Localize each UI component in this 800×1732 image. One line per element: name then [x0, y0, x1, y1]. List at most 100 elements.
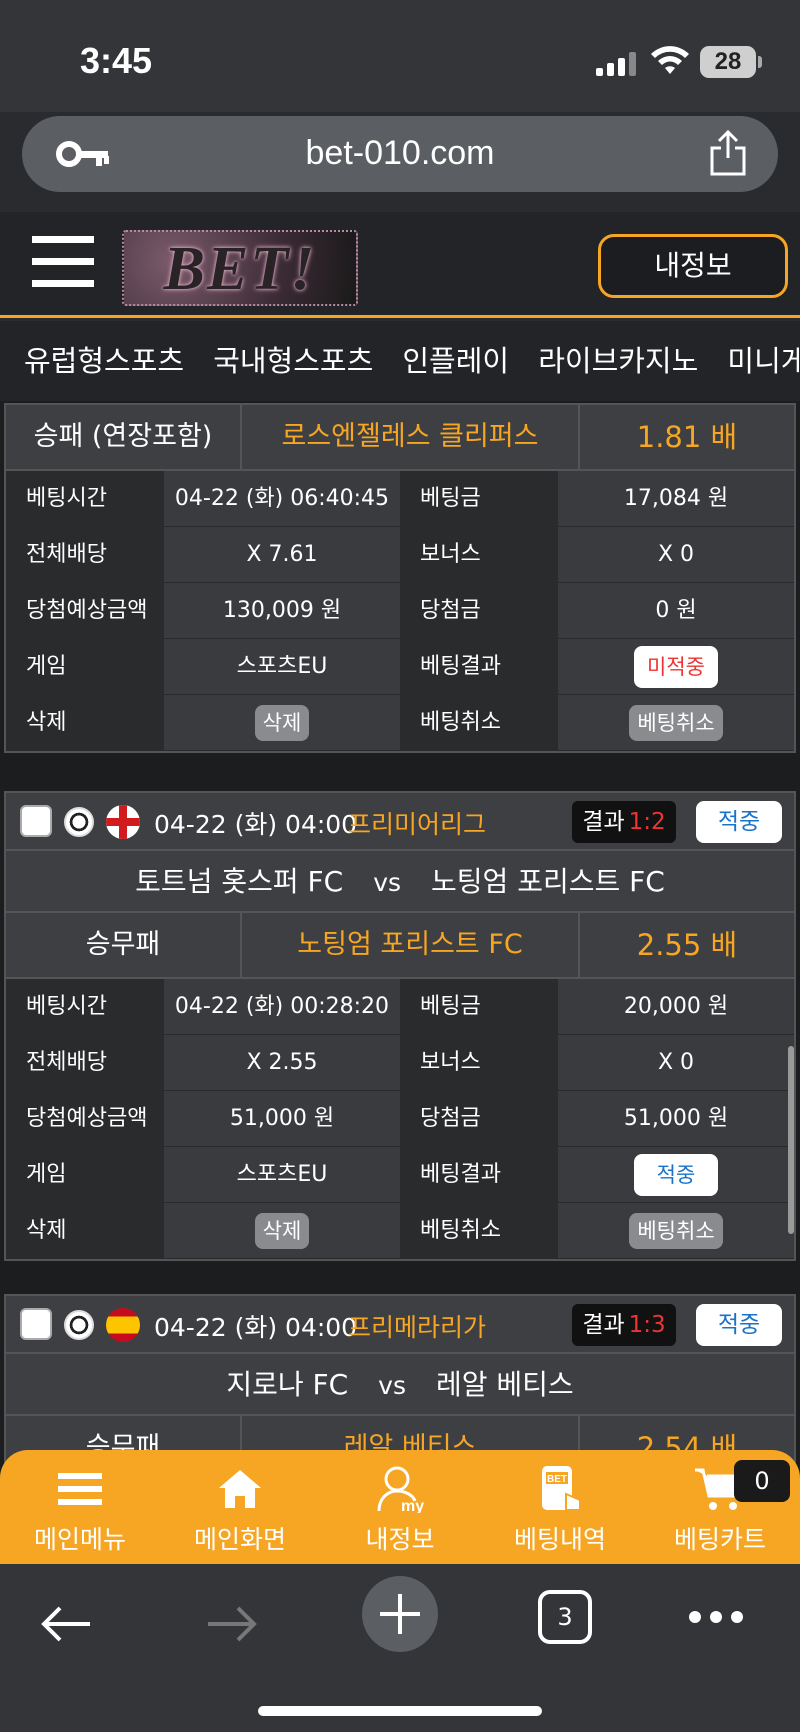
value-game: 스포츠EU — [164, 639, 400, 694]
bottom-nav-label: 내정보 — [365, 1525, 435, 1554]
result-label: 결과 — [582, 1312, 625, 1338]
value-bonus: X 0 — [558, 1035, 794, 1090]
bet-result-cell: 미적중 — [558, 639, 794, 694]
score: 1:3 — [628, 1312, 666, 1338]
label-expected-win: 당첨예상금액 — [6, 1091, 164, 1146]
value-total-odds: X 2.55 — [164, 1035, 400, 1090]
bet-odds: 1.81 배 — [636, 420, 738, 454]
label-winnings: 당첨금 — [400, 583, 558, 638]
match-header: 04-22 (화) 04:00 프리메라리가 결과 1:3 적중 — [6, 1296, 794, 1354]
spain-flag-icon — [106, 1308, 140, 1342]
score-badge: 결과 1:2 — [572, 801, 676, 843]
label-cancel: 베팅취소 — [400, 1203, 558, 1258]
delete-button[interactable]: 삭제 — [254, 705, 310, 741]
bottom-nav-label: 메인화면 — [193, 1525, 286, 1554]
cancel-cell: 베팅취소 — [558, 695, 794, 750]
league-name: 프리메라리가 — [348, 1313, 487, 1342]
bet-card: 승패 (연장포함) 로스엔젤레스 클리퍼스 1.81 배 베팅시간 04-22 … — [4, 403, 796, 753]
score: 1:2 — [628, 809, 666, 835]
label-bet-result: 베팅결과 — [400, 639, 558, 694]
info-row: 삭제 삭제 베팅취소 베팅취소 — [6, 695, 794, 751]
label-game: 게임 — [6, 1147, 164, 1202]
info-row: 당첨예상금액 130,009 원 당첨금 0 원 — [6, 583, 794, 639]
away-team: 레알 베티스 — [435, 1368, 574, 1401]
info-row: 전체배당 X 7.61 보너스 X 0 — [6, 527, 794, 583]
select-checkbox[interactable] — [20, 1308, 52, 1340]
value-bonus: X 0 — [558, 527, 794, 582]
bet-history-list[interactable]: 승패 (연장포함) 로스엔젤레스 클리퍼스 1.81 배 베팅시간 04-22 … — [0, 401, 800, 1551]
label-expected-win: 당첨예상금액 — [6, 583, 164, 638]
more-options-icon[interactable] — [688, 1610, 744, 1624]
nav-european-sports[interactable]: 유럽형스포츠 — [24, 321, 184, 401]
bet-pick-row: 승패 (연장포함) 로스엔젤레스 클리퍼스 1.81 배 — [6, 405, 794, 471]
my-info-icon: my — [377, 1466, 424, 1513]
home-icon — [219, 1470, 261, 1508]
home-team: 지로나 FC — [226, 1368, 349, 1401]
label-game: 게임 — [6, 639, 164, 694]
new-tab-plus-icon[interactable] — [360, 1574, 440, 1654]
nav-korean-sports[interactable]: 국내형스포츠 — [213, 321, 373, 401]
label-delete: 삭제 — [6, 695, 164, 750]
label-bonus: 보너스 — [400, 1035, 558, 1090]
site-header: BET! 내정보 — [0, 212, 800, 318]
nav-live-casino[interactable]: 라이브카지노 — [538, 321, 698, 401]
tabs-count-button[interactable]: 3 — [538, 1590, 592, 1644]
delete-button[interactable]: 삭제 — [254, 1213, 310, 1249]
cellular-signal-icon — [596, 52, 636, 76]
home-team: 토트넘 홋스퍼 FC — [135, 865, 344, 898]
label-bet-time: 베팅시간 — [6, 471, 164, 526]
bottom-nav-home[interactable]: 메인화면 — [160, 1450, 320, 1564]
url-text[interactable]: bet-010.com — [22, 134, 778, 173]
value-total-odds: X 7.61 — [164, 527, 400, 582]
value-bet-time: 04-22 (화) 00:28:20 — [164, 979, 400, 1034]
bottom-nav-bet-cart[interactable]: 베팅카트 0 — [640, 1450, 800, 1564]
info-row: 베팅시간 04-22 (화) 06:40:45 베팅금 17,084 원 — [6, 471, 794, 527]
value-expected-win: 51,000 원 — [164, 1091, 400, 1146]
delete-cell: 삭제 — [164, 695, 400, 750]
menu-icon — [58, 1473, 102, 1505]
label-delete: 삭제 — [6, 1203, 164, 1258]
cancel-bet-button[interactable]: 베팅취소 — [629, 705, 723, 741]
value-expected-win: 130,009 원 — [164, 583, 400, 638]
share-icon[interactable] — [708, 130, 748, 176]
info-row: 전체배당 X 2.55 보너스 X 0 — [6, 1035, 794, 1091]
bottom-nav-main-menu[interactable]: 메인메뉴 — [0, 1450, 160, 1564]
label-winnings: 당첨금 — [400, 1091, 558, 1146]
away-team: 노팅엄 포리스트 FC — [431, 865, 665, 898]
england-flag-icon — [106, 805, 140, 839]
my-info-button[interactable]: 내정보 — [598, 234, 788, 298]
value-game: 스포츠EU — [164, 1147, 400, 1202]
cancel-bet-button[interactable]: 베팅취소 — [629, 1213, 723, 1249]
bottom-nav-label: 메인메뉴 — [33, 1525, 126, 1554]
label-total-odds: 전체배당 — [6, 527, 164, 582]
info-row: 삭제 삭제 베팅취소 베팅취소 — [6, 1203, 794, 1259]
nav-mini-game[interactable]: 미니게임 — [727, 321, 800, 401]
value-bet-time: 04-22 (화) 06:40:45 — [164, 471, 400, 526]
site-logo[interactable]: BET! — [122, 230, 358, 306]
soccer-ball-icon — [64, 807, 94, 837]
value-winnings: 51,000 원 — [558, 1091, 794, 1146]
browser-toolbar: 3 — [0, 1564, 800, 1732]
address-bar[interactable]: bet-010.com — [22, 116, 778, 192]
bottom-nav-my-info[interactable]: my 내정보 — [320, 1450, 480, 1564]
delete-cell: 삭제 — [164, 1203, 400, 1258]
teams-row: 지로나 FC vs 레알 베티스 — [6, 1354, 794, 1416]
match-header: 04-22 (화) 04:00 프리미어리그 결과 1:2 적중 — [6, 793, 794, 851]
status-bar: 3:45 28 bet-010.com — [0, 0, 800, 192]
bottom-nav-bet-history[interactable]: BET 베팅내역 — [480, 1450, 640, 1564]
hamburger-menu-icon[interactable] — [32, 236, 94, 288]
forward-arrow-icon[interactable] — [206, 1604, 258, 1644]
info-row: 게임 스포츠EU 베팅결과 미적중 — [6, 639, 794, 695]
scrollbar-thumb[interactable] — [788, 1046, 794, 1234]
label-bet-amount: 베팅금 — [400, 979, 558, 1034]
nav-inplay[interactable]: 인플레이 — [402, 321, 509, 401]
vs-label: vs — [378, 1371, 406, 1400]
soccer-ball-icon — [64, 1310, 94, 1340]
select-checkbox[interactable] — [20, 805, 52, 837]
label-total-odds: 전체배당 — [6, 1035, 164, 1090]
back-arrow-icon[interactable] — [40, 1604, 92, 1644]
status-badge: 적중 — [696, 1304, 782, 1346]
bottom-nav-label: 베팅내역 — [513, 1525, 606, 1554]
score-badge: 결과 1:3 — [572, 1304, 676, 1346]
label-bonus: 보너스 — [400, 527, 558, 582]
